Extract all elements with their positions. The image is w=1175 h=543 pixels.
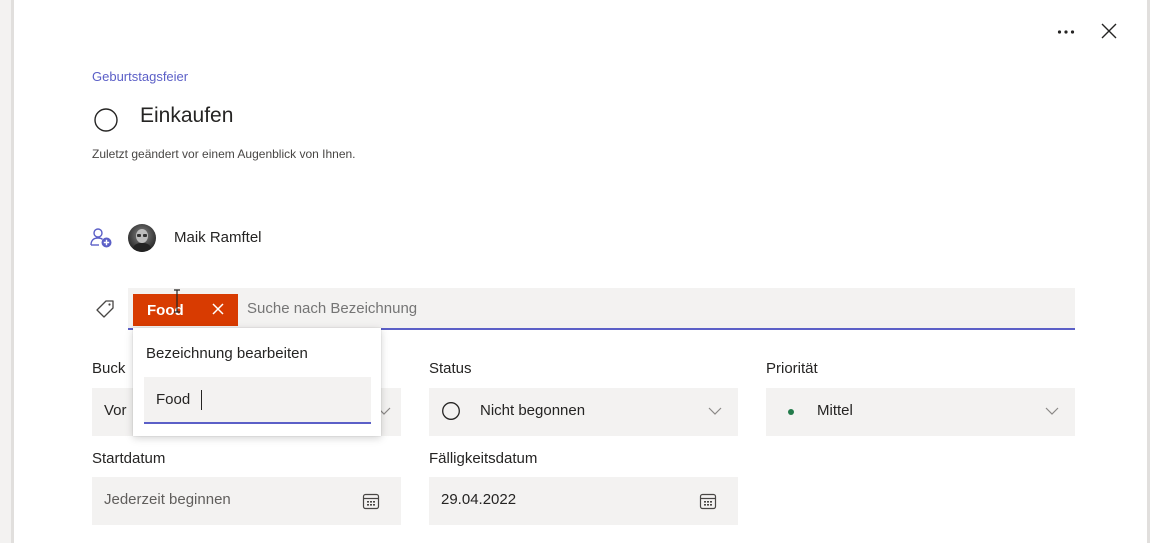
close-button[interactable] — [1095, 17, 1123, 45]
task-title[interactable]: Einkaufen — [140, 104, 233, 128]
left-border — [11, 0, 14, 543]
calendar-icon[interactable] — [362, 492, 380, 510]
edit-label-popover: Bezeichnung bearbeiten Food — [133, 328, 381, 436]
calendar-icon[interactable] — [699, 492, 717, 510]
close-icon — [1101, 23, 1117, 39]
text-caret — [201, 390, 202, 410]
due-date-picker[interactable]: 29.04.2022 — [429, 477, 738, 525]
label-search-input[interactable] — [247, 300, 467, 317]
edit-label-input[interactable]: Food — [144, 377, 371, 424]
priority-label: Priorität — [766, 360, 818, 377]
status-circle-icon — [442, 402, 460, 420]
label-chip-food[interactable]: Food — [133, 294, 238, 326]
edit-label-input-value: Food — [156, 391, 191, 408]
chevron-down-icon — [708, 407, 722, 415]
due-date-value: 29.04.2022 — [441, 491, 517, 508]
plan-name-link[interactable]: Geburtstagsfeier — [92, 69, 188, 84]
due-date-label: Fälligkeitsdatum — [429, 450, 538, 467]
chevron-down-icon — [1045, 407, 1059, 415]
more-options-button[interactable] — [1052, 18, 1080, 46]
bucket-label: Buck — [92, 360, 126, 377]
priority-value: Mittel — [817, 402, 853, 419]
status-value: Nicht begonnen — [480, 402, 586, 419]
text-cursor-icon — [174, 289, 180, 313]
assign-user-icon[interactable] — [89, 227, 115, 249]
start-date-value: Jederzeit beginnen — [104, 491, 231, 508]
priority-dropdown[interactable]: Mittel — [766, 388, 1075, 436]
bucket-value: Vor — [104, 402, 127, 419]
assignee-name: Maik Ramftel — [174, 229, 262, 246]
priority-dot-icon — [788, 409, 794, 415]
avatar[interactable] — [128, 224, 156, 252]
complete-circle-icon[interactable] — [93, 107, 119, 133]
start-date-label: Startdatum — [92, 450, 166, 467]
popover-title: Bezeichnung bearbeiten — [146, 345, 308, 362]
last-modified-text: Zuletzt geändert vor einem Augenblick vo… — [92, 147, 356, 161]
start-date-picker[interactable]: Jederzeit beginnen — [92, 477, 401, 525]
tag-icon — [96, 300, 114, 318]
status-label: Status — [429, 360, 472, 377]
status-dropdown[interactable]: Nicht begonnen — [429, 388, 738, 436]
more-options-icon — [1057, 30, 1075, 34]
remove-label-icon[interactable] — [211, 302, 225, 316]
left-background — [0, 0, 11, 543]
right-background — [1150, 0, 1175, 543]
